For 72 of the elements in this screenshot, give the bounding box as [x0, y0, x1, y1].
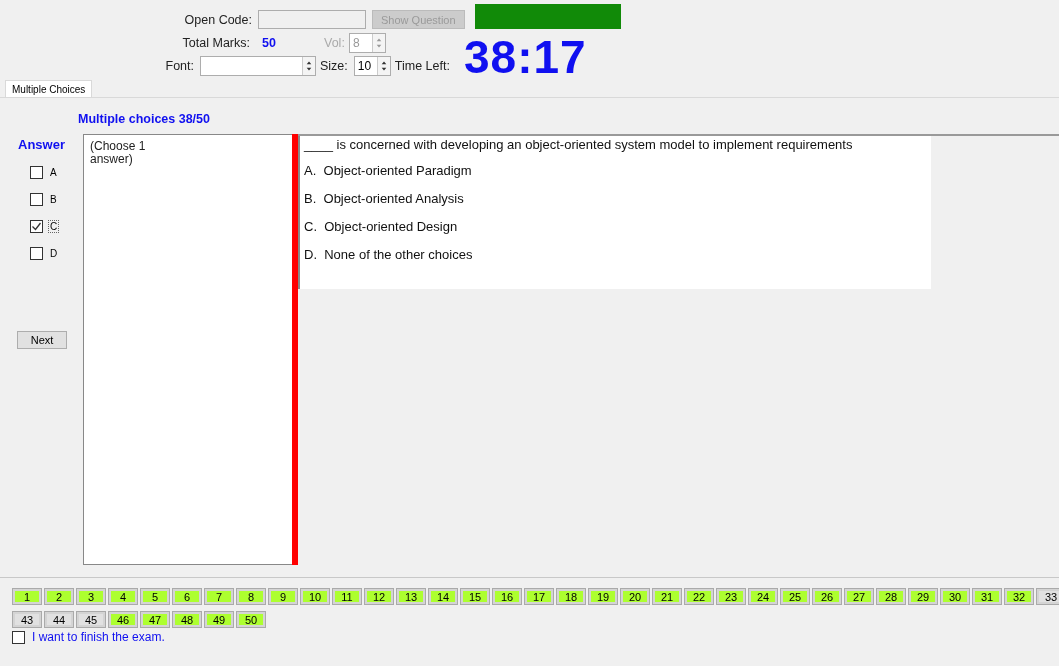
question-text: ____ is concerned with developing an object-oriented system model to implement requirements	[304, 136, 854, 154]
question-number-button[interactable]: 32	[1004, 588, 1034, 605]
option-label: B	[49, 193, 58, 206]
question-number-button[interactable]: 27	[844, 588, 874, 605]
question-number-button[interactable]: 31	[972, 588, 1002, 605]
answer-heading: Answer	[18, 137, 65, 152]
question-number-button[interactable]: 2	[44, 588, 74, 605]
field-label: Total Marks:	[181, 35, 251, 50]
checkbox[interactable]	[30, 220, 43, 233]
checkbox[interactable]	[30, 247, 43, 260]
question-number-button[interactable]: 43	[12, 611, 42, 628]
question-number-button[interactable]: 29	[908, 588, 938, 605]
question-number-button[interactable]: 3	[76, 588, 106, 605]
answer-choice: B. Object-oriented Analysis	[304, 191, 465, 208]
question-number-button[interactable]: 33	[1036, 588, 1059, 605]
question-number-button[interactable]: 47	[140, 611, 170, 628]
spinner-arrows-icon[interactable]	[302, 56, 315, 75]
question-number-button[interactable]: 7	[204, 588, 234, 605]
question-number-button[interactable]: 50	[236, 611, 266, 628]
question-number-button[interactable]: 13	[396, 588, 426, 605]
instruction-text: (Choose 1 answer)	[90, 140, 147, 166]
question-number-button[interactable]: 18	[556, 588, 586, 605]
question-number-button[interactable]: 30	[940, 588, 970, 605]
question-number-button[interactable]: 11	[332, 588, 362, 605]
question-number-button[interactable]: 21	[652, 588, 682, 605]
checkbox[interactable]	[12, 630, 25, 644]
question-number-button[interactable]: 10	[300, 588, 330, 605]
question-number-button[interactable]: 45	[76, 611, 106, 628]
checkbox[interactable]	[30, 193, 43, 206]
question-number-button[interactable]: 4	[108, 588, 138, 605]
answer-choice: A. Object-oriented Paradigm	[304, 163, 473, 180]
question-number-button[interactable]: 12	[364, 588, 394, 605]
field-label: Time Left:	[393, 58, 451, 73]
question-number-button[interactable]: 14	[428, 588, 458, 605]
question-number-button[interactable]: 15	[460, 588, 490, 605]
question-number-button[interactable]: 25	[780, 588, 810, 605]
option-label: C	[48, 220, 60, 233]
question-number-button[interactable]: 26	[812, 588, 842, 605]
question-number-button[interactable]: 5	[140, 588, 170, 605]
question-number-button[interactable]: 28	[876, 588, 906, 605]
field-label: Size:	[319, 58, 349, 73]
section-title: Multiple choices 38/50	[78, 112, 211, 128]
question-number-button[interactable]: 22	[684, 588, 714, 605]
option-label: D	[49, 247, 59, 260]
finish-label: I want to finish the exam.	[32, 630, 165, 644]
field-label: Open Code:	[183, 12, 253, 27]
checkbox[interactable]	[30, 166, 43, 179]
tab[interactable]: Multiple Choices	[5, 80, 93, 97]
question-number-button[interactable]: 6	[172, 588, 202, 605]
question-number-button[interactable]: 17	[524, 588, 554, 605]
question-number-button[interactable]: 24	[748, 588, 778, 605]
question-number-button[interactable]: 9	[268, 588, 298, 605]
spinner-arrows-icon[interactable]	[376, 56, 390, 75]
field-label: Font:	[164, 58, 195, 73]
answer-choice: C. Object-oriented Design	[304, 219, 459, 236]
question-number-button[interactable]: 44	[44, 611, 74, 628]
question-number-button[interactable]: 49	[204, 611, 234, 628]
question-number-button[interactable]: 46	[108, 611, 138, 628]
question-number-button[interactable]: 1	[12, 588, 42, 605]
question-number-button[interactable]: 20	[620, 588, 650, 605]
field-label: Vol:	[323, 35, 346, 50]
total-marks-value: 50	[261, 35, 277, 50]
answer-choice: D. None of the other choices	[304, 247, 474, 264]
question-number-button[interactable]: 48	[172, 611, 202, 628]
question-number-button[interactable]: 8	[236, 588, 266, 605]
question-number-button[interactable]: 19	[588, 588, 618, 605]
next-button[interactable]: Next	[17, 331, 67, 349]
question-number-button[interactable]: 23	[716, 588, 746, 605]
option-label: A	[49, 166, 58, 179]
question-number-button[interactable]: 16	[492, 588, 522, 605]
countdown-timer: 38:17	[464, 30, 587, 84]
size-spinner[interactable]: 10	[353, 55, 391, 76]
